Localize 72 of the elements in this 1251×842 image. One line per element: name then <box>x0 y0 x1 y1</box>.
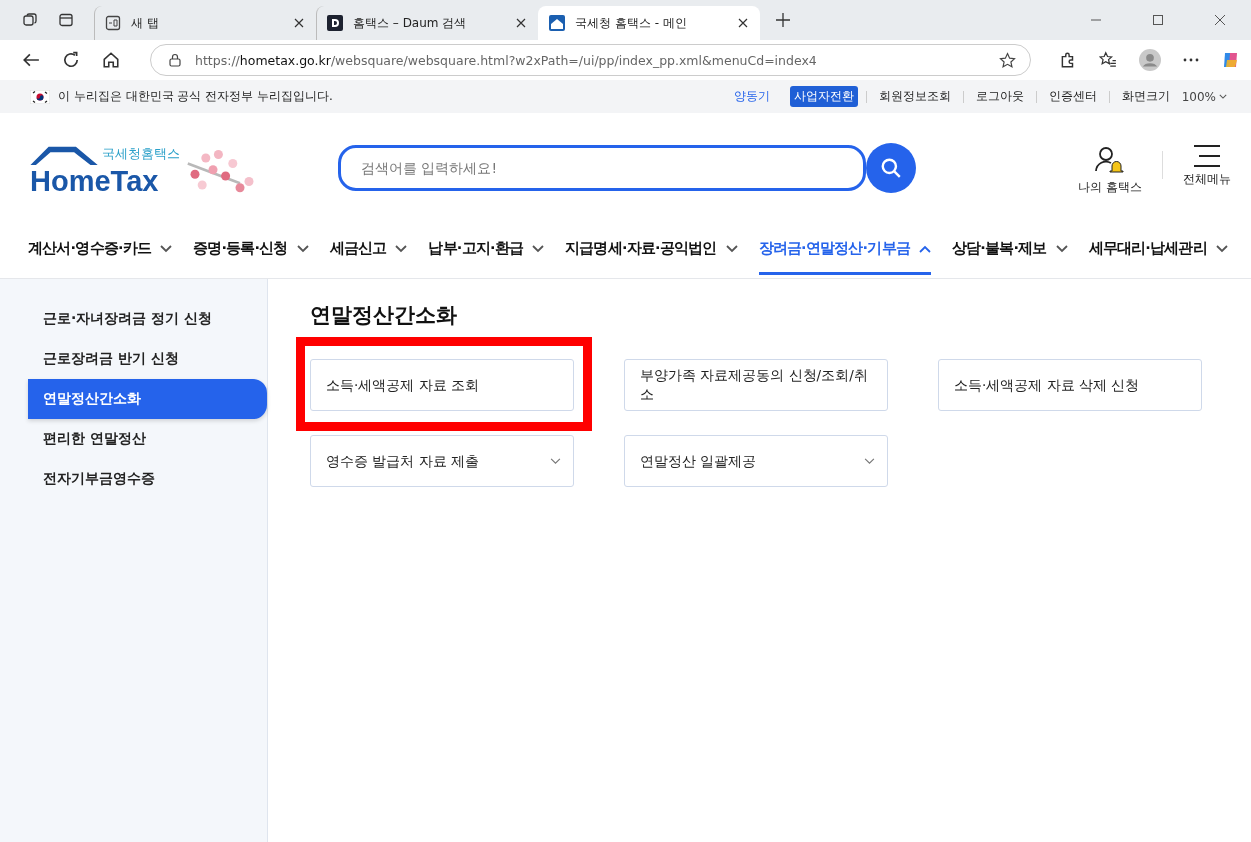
letter-d-icon <box>327 15 343 31</box>
menu-card[interactable]: 소득·세액공제 자료 삭제 신청 <box>938 359 1202 411</box>
menu-icon <box>1194 145 1220 167</box>
menu-card[interactable]: 부양가족 자료제공동의 신청/조회/취소 <box>624 359 888 411</box>
zoom-label: 화면크기 <box>1120 88 1171 105</box>
sidebar-item[interactable]: 근로장려금 반기 신청 <box>28 339 267 379</box>
header-link[interactable]: 회원정보조회 <box>874 88 955 105</box>
favorites-icon[interactable] <box>1099 51 1117 69</box>
chevron-down-icon <box>296 244 309 253</box>
nav-menu-item[interactable]: 장려금·연말정산·기부금 <box>758 231 931 275</box>
chevron-down-icon <box>1055 244 1068 253</box>
menu-card[interactable]: 영수증 발급처 자료 제출 <box>310 435 574 487</box>
chevron-down-icon <box>1215 244 1228 253</box>
url-text: https://hometax.go.kr/websquare/websquare.html?w2xPath=/ui/pp/index_pp.xml&menuCd=index4 <box>195 52 818 68</box>
tab-title: 국세청 홈택스 - 메인 <box>575 14 688 32</box>
header-link[interactable]: 로그아웃 <box>971 88 1028 105</box>
tab-actions-icon[interactable] <box>58 12 74 28</box>
chevron-down-icon <box>395 244 408 253</box>
my-hometax-button[interactable]: 나의 홈택스 <box>1078 145 1142 196</box>
tab-title: 새 탭 <box>131 14 160 32</box>
more-icon[interactable] <box>1183 58 1199 62</box>
nav-menu-item[interactable]: 세금신고 <box>329 231 408 275</box>
back-arrow-icon[interactable] <box>22 51 40 69</box>
zoom-dropdown[interactable]: 100% <box>1181 89 1227 104</box>
flag-icon <box>30 89 50 104</box>
chevron-down-icon <box>160 244 173 253</box>
nav-menu-item[interactable]: 지급명세·자료·공익법인 <box>565 231 738 275</box>
nav-menu-item[interactable]: 납부·고지·환급 <box>428 231 545 275</box>
workspaces-icon[interactable] <box>22 12 38 28</box>
close-window-icon[interactable] <box>1215 15 1225 25</box>
menu-card[interactable]: 연말정산 일괄제공 <box>624 435 888 487</box>
search-icon <box>880 157 902 179</box>
chevron-down-icon <box>725 244 738 253</box>
tab-title: 홈택스 – Daum 검색 <box>353 14 468 32</box>
new-tab-icon <box>105 15 121 31</box>
search-button[interactable] <box>866 143 916 193</box>
sidebar-item[interactable]: 연말정산간소화 <box>28 379 267 419</box>
close-icon[interactable] <box>516 18 526 28</box>
chevron-down-icon <box>864 457 875 465</box>
search-field[interactable]: 검색어를 입력하세요! <box>338 145 866 191</box>
house-icon <box>549 15 565 31</box>
new-tab-plus-icon[interactable] <box>776 13 790 27</box>
close-icon[interactable] <box>294 18 304 28</box>
close-icon[interactable] <box>738 18 748 28</box>
nav-menu-item[interactable]: 상담·불복·제보 <box>951 231 1068 275</box>
section-title: 연말정산간소화 <box>310 302 458 329</box>
chevron-down-icon <box>532 244 545 253</box>
maximize-icon[interactable] <box>1153 15 1163 25</box>
chevron-down-icon <box>550 457 561 465</box>
logo-caption: 국세청홈택스 <box>102 145 180 163</box>
chevron-down-icon <box>1219 94 1227 99</box>
home-icon[interactable] <box>102 51 120 69</box>
logo-wordmark: HomeTax <box>30 165 159 198</box>
person-bell-icon <box>1094 145 1127 175</box>
sidebar-item[interactable]: 전자기부금영수증 <box>28 459 267 499</box>
sidebar-item[interactable]: 편리한 연말정산 <box>28 419 267 459</box>
nav-menu-item[interactable]: 세무대리·납세관리 <box>1088 231 1228 275</box>
browser-tab[interactable]: 국세청 홈택스 - 메인 <box>538 6 760 40</box>
business-switch-button[interactable]: 사업자전환 <box>789 86 858 107</box>
star-icon[interactable] <box>999 51 1016 69</box>
lock-icon <box>169 53 181 67</box>
menu-card[interactable]: 소득·세액공제 자료 조회 <box>310 359 574 411</box>
nav-menu-item[interactable]: 증명·등록·신청 <box>193 231 309 275</box>
user-name-link[interactable]: 양동기 <box>729 88 774 105</box>
sidebar-item[interactable]: 근로·자녀장려금 정기 신청 <box>28 299 267 339</box>
nav-menu-item[interactable]: 계산서·영수증·카드 <box>28 231 173 275</box>
profile-avatar-icon[interactable] <box>1139 49 1161 71</box>
refresh-icon[interactable] <box>62 51 80 69</box>
header-link[interactable]: 인증센터 <box>1044 88 1101 105</box>
all-menu-button[interactable]: 전체메뉴 <box>1183 145 1231 188</box>
government-notice: 이 누리집은 대한민국 공식 전자정부 누리집입니다. <box>58 88 333 105</box>
chevron-up-icon <box>918 244 931 253</box>
